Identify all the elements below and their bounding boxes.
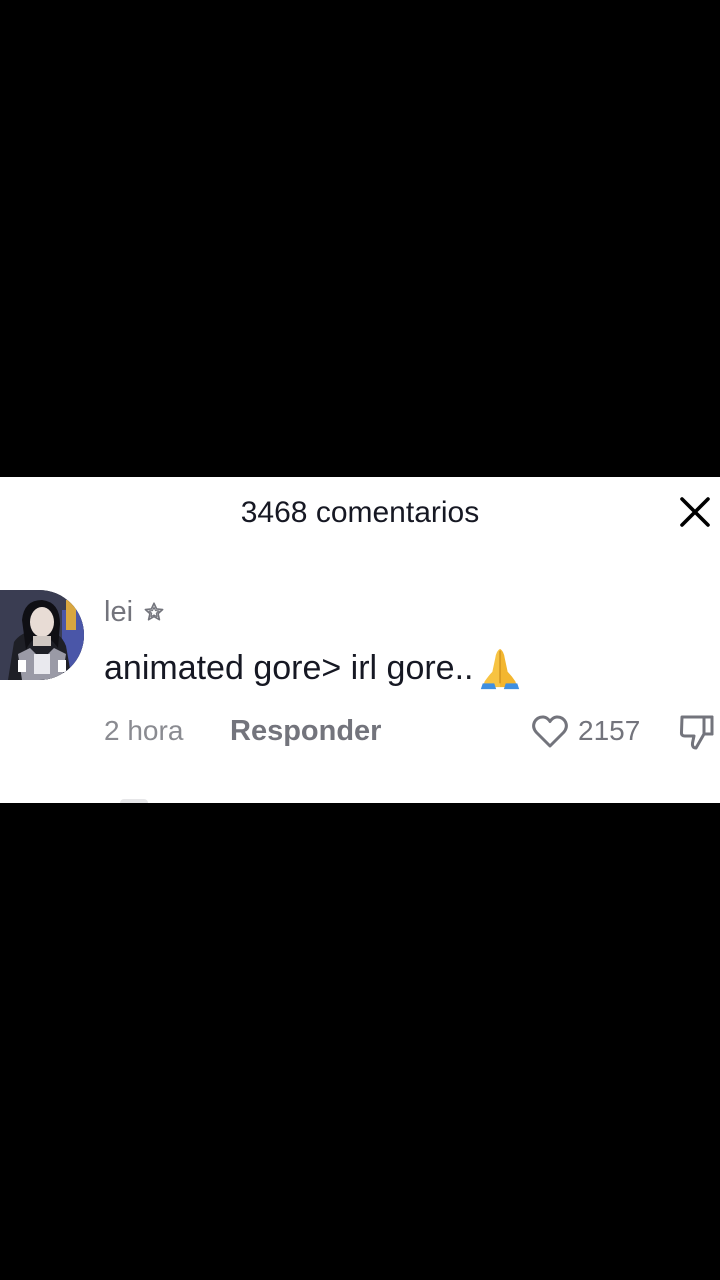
- username[interactable]: lei: [104, 594, 133, 630]
- like-count: 2157: [578, 715, 641, 746]
- like-button[interactable]: [530, 711, 570, 751]
- next-comment-avatar-edge: [120, 799, 148, 803]
- heart-outline-icon: [532, 715, 568, 748]
- star-outline-icon: [144, 602, 164, 621]
- comment-text: animated gore> irl gore..: [104, 649, 474, 687]
- folded-hands-emoji: [481, 648, 520, 690]
- thumbs-down-icon: [679, 715, 714, 750]
- reply-button[interactable]: Responder: [230, 713, 381, 749]
- comment-body: animated gore> irl gore..: [104, 644, 523, 692]
- close-button[interactable]: [672, 491, 718, 535]
- comment-timestamp: 2 hora: [104, 715, 184, 746]
- comments-count-title: 3468 comentarios: [240, 496, 480, 529]
- screen: 3468 comentarios lei animated gore> irl …: [0, 0, 720, 1280]
- dislike-button[interactable]: [676, 711, 716, 751]
- comment-author[interactable]: lei: [104, 594, 165, 630]
- close-icon: [680, 497, 710, 527]
